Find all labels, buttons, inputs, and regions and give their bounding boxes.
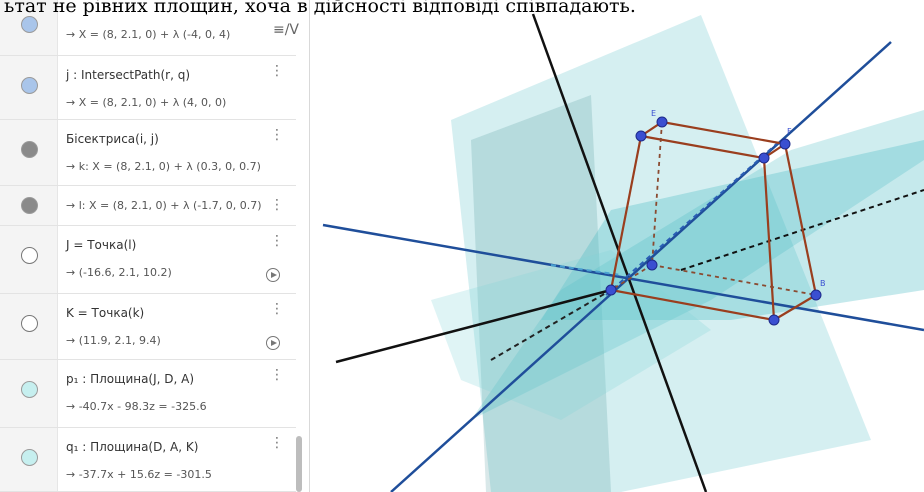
algebra-row[interactable]: q₁ : Площина(D, A, K) → -37.7x + 15.6z = …: [0, 428, 296, 492]
algebra-view: → X = (8, 2.1, 0) + λ (-4, 0, 4) j : Inte…: [0, 0, 310, 492]
visibility-toggle-icon[interactable]: [21, 449, 38, 466]
more-options-icon[interactable]: ⋮: [270, 234, 284, 248]
algebra-row[interactable]: → l: X = (8, 2.1, 0) + λ (-1.7, 0, 0.7) ⋮: [0, 186, 296, 226]
object-value: → k: X = (8, 2.1, 0) + λ (0.3, 0, 0.7): [66, 160, 261, 173]
object-value: → X = (8, 2.1, 0) + λ (-4, 0, 4): [66, 28, 231, 41]
object-definition[interactable]: J = Точка(l): [66, 238, 136, 252]
algebra-row[interactable]: J = Точка(l) → (-16.6, 2.1, 10.2) ⋮: [0, 226, 296, 294]
more-options-icon[interactable]: ⋮: [270, 302, 284, 316]
object-value: → -37.7x + 15.6z = -301.5: [66, 468, 212, 481]
object-definition[interactable]: K = Точка(k): [66, 306, 144, 320]
algebra-row[interactable]: p₁ : Площина(J, D, A) → -40.7x - 98.3z = …: [0, 360, 296, 428]
visibility-toggle-icon[interactable]: [21, 381, 38, 398]
object-definition[interactable]: q₁ : Площина(D, A, K): [66, 440, 198, 454]
more-options-icon[interactable]: ⋮: [270, 436, 284, 450]
more-options-icon[interactable]: ⋮: [270, 64, 284, 78]
page-caption: ьтат не рівних площин, хоча в дійсності …: [4, 0, 636, 17]
point-label-f: F: [787, 127, 792, 136]
point-d: [646, 259, 658, 271]
point-h: [758, 152, 770, 164]
visibility-toggle-icon[interactable]: [21, 315, 38, 332]
more-options-icon[interactable]: ⋮: [270, 368, 284, 382]
visibility-toggle-icon[interactable]: [21, 197, 38, 214]
object-value: → (-16.6, 2.1, 10.2): [66, 266, 172, 279]
algebra-row[interactable]: K = Точка(k) → (11.9, 2.1, 9.4) ⋮: [0, 294, 296, 360]
play-animation-icon[interactable]: [266, 268, 280, 282]
object-value: → -40.7x - 98.3z = -325.6: [66, 400, 207, 413]
algebra-scrollbar[interactable]: [296, 436, 302, 492]
more-options-icon[interactable]: ⋮: [270, 128, 284, 142]
point-label-b: B: [820, 279, 826, 288]
point-b: [810, 289, 822, 301]
graphics-3d-view[interactable]: E F B: [311, 0, 924, 492]
object-value: → (11.9, 2.1, 9.4): [66, 334, 161, 347]
visibility-toggle-icon[interactable]: [21, 77, 38, 94]
visibility-toggle-icon[interactable]: [21, 247, 38, 264]
point-f: [656, 116, 668, 128]
play-animation-icon[interactable]: [266, 336, 280, 350]
object-definition[interactable]: Бісектриса(i, j): [66, 132, 159, 146]
object-definition[interactable]: p₁ : Площина(J, D, A): [66, 372, 194, 386]
object-value: → X = (8, 2.1, 0) + λ (4, 0, 0): [66, 96, 227, 109]
object-definition[interactable]: j : IntersectPath(r, q): [66, 68, 190, 82]
object-value: → l: X = (8, 2.1, 0) + λ (-1.7, 0, 0.7): [66, 199, 262, 212]
point-label-e: E: [651, 109, 656, 118]
point-c: [768, 314, 780, 326]
more-options-icon[interactable]: ⋮: [270, 198, 284, 212]
algebra-row[interactable]: j : IntersectPath(r, q) → X = (8, 2.1, 0)…: [0, 56, 296, 120]
algebra-row[interactable]: Бісектриса(i, j) → k: X = (8, 2.1, 0) + λ…: [0, 120, 296, 186]
point-g: [779, 138, 791, 150]
point-e: [635, 130, 647, 142]
visibility-toggle-icon[interactable]: [21, 141, 38, 158]
point-a: [605, 284, 617, 296]
